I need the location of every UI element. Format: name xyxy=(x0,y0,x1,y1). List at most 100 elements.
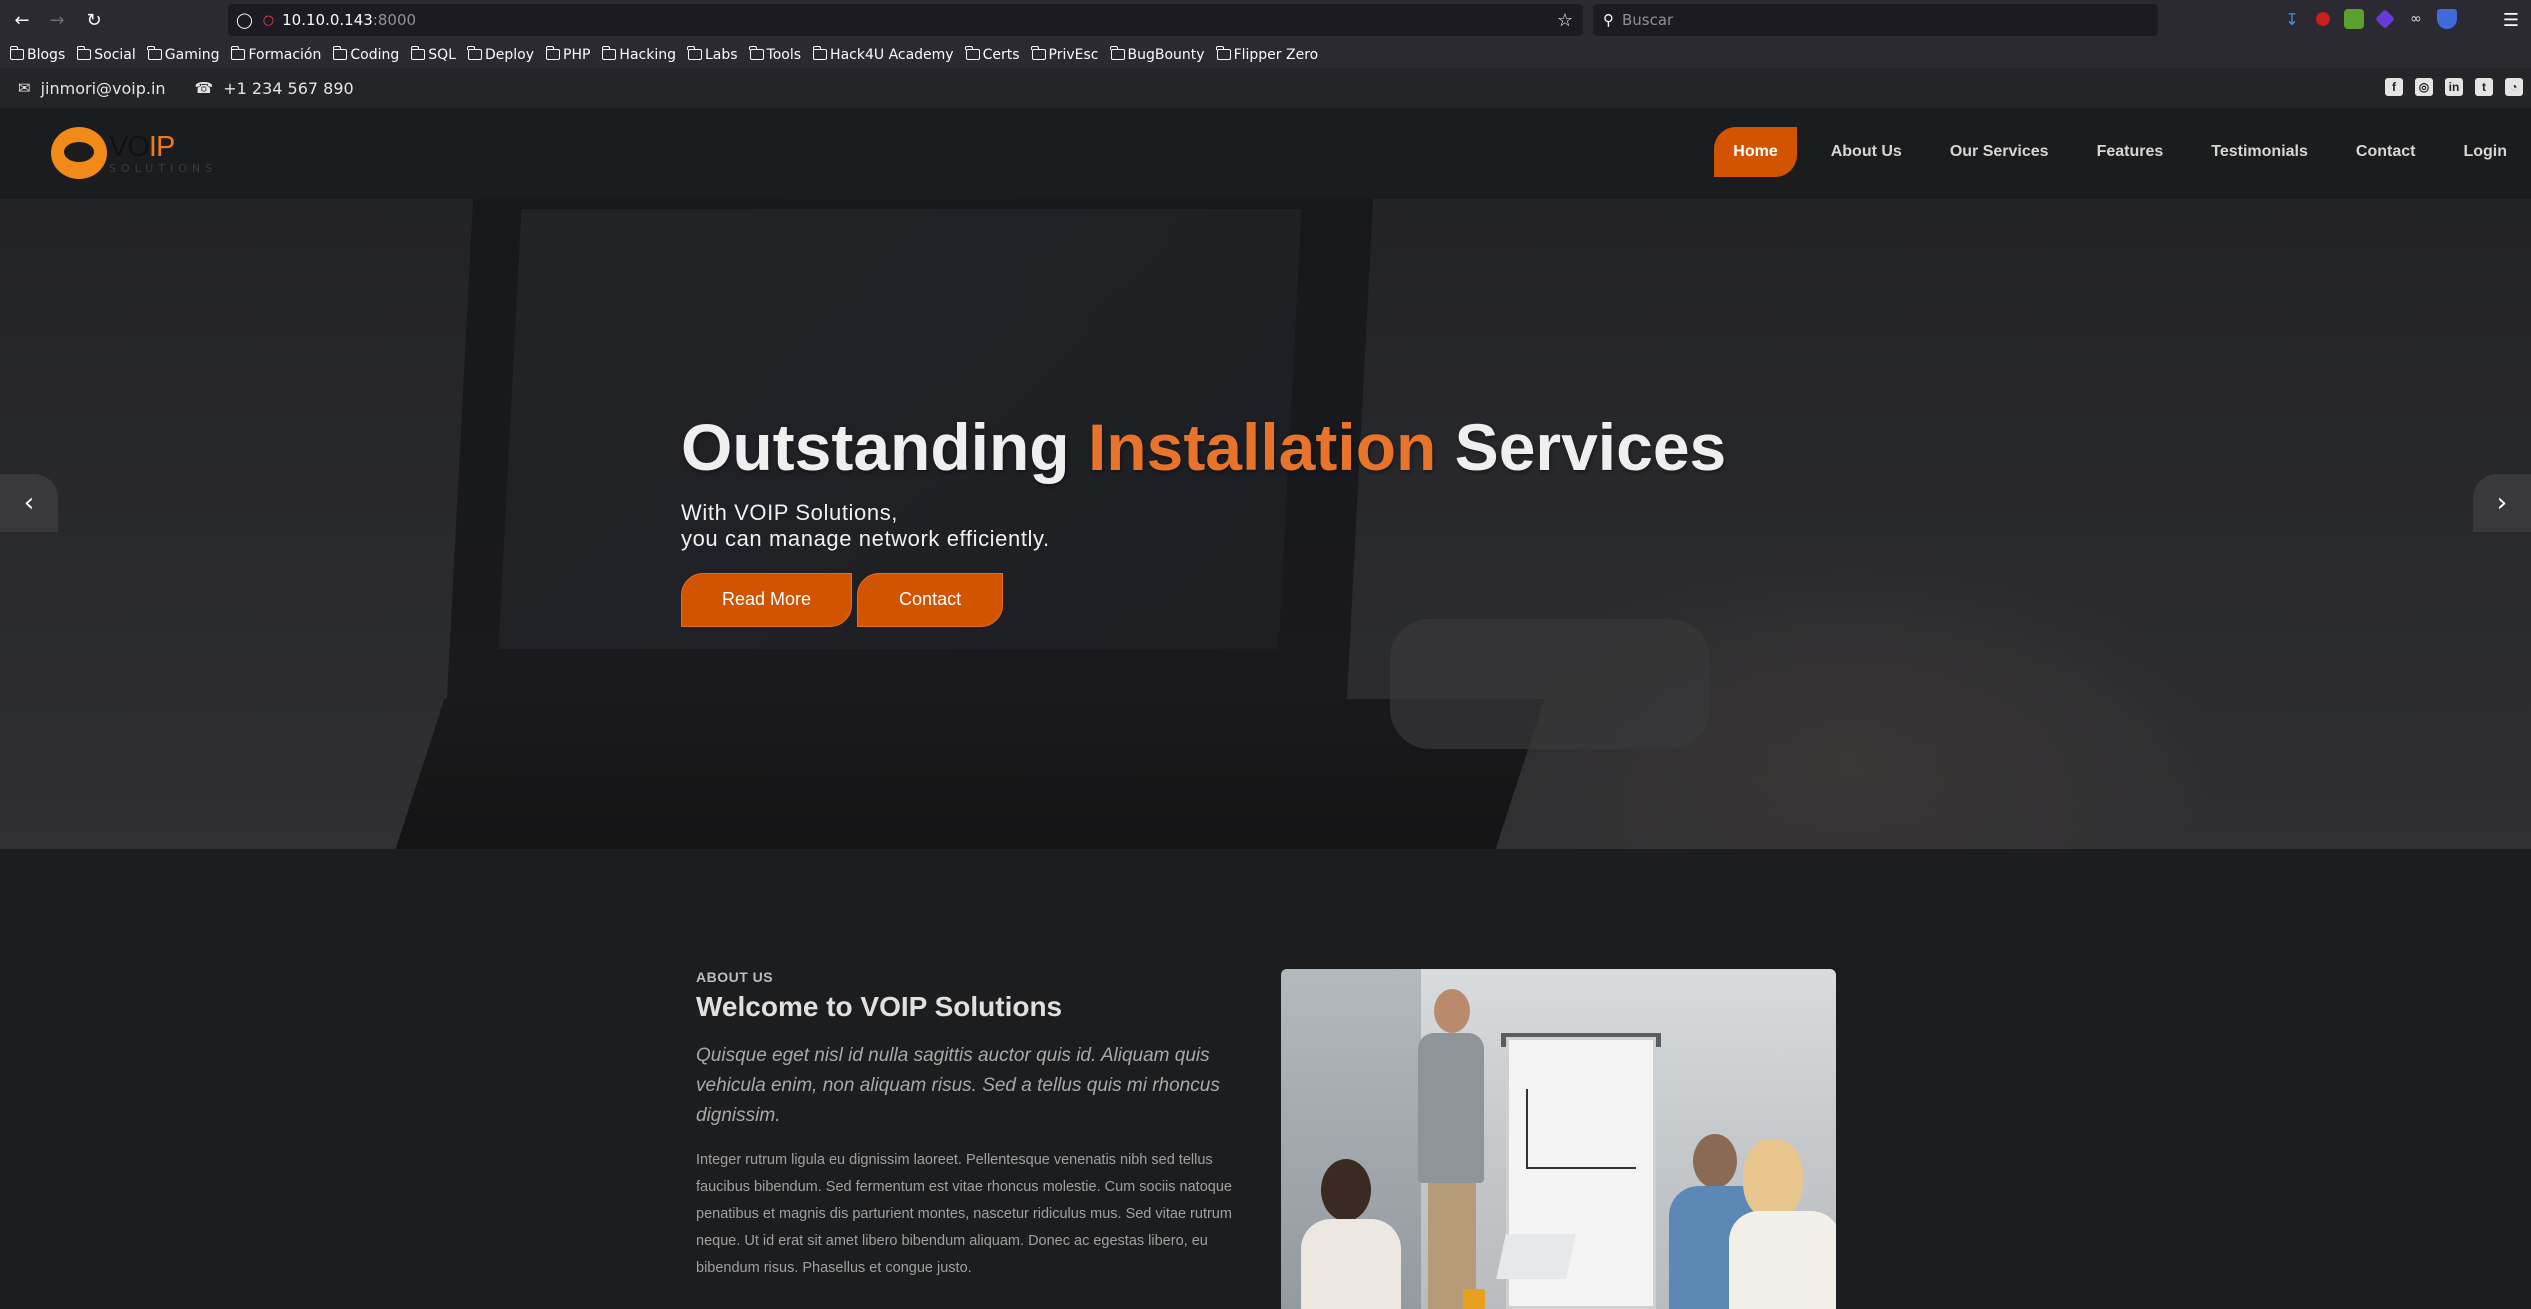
contact-topbar: ✉ jinmori@voip.in ☎ +1 234 567 890 f ◎ in t… xyxy=(0,68,2531,108)
folder-icon xyxy=(1031,46,1046,60)
facebook-icon[interactable]: f xyxy=(2385,78,2403,96)
bookmarks-bar: Blogs Social Gaming Formación Coding SQL Deplo… xyxy=(0,41,2531,68)
folder-icon xyxy=(410,46,426,60)
folder-icon xyxy=(467,46,482,60)
about-image xyxy=(1281,969,1836,1309)
extensions-area: ↧ ∞ xyxy=(2282,9,2457,29)
bookmark-folder[interactable]: Deploy xyxy=(467,46,534,63)
extension-purple-icon[interactable] xyxy=(2375,9,2395,29)
bookmark-label: Hack4U Academy xyxy=(830,46,954,63)
forward-icon[interactable]: → xyxy=(43,6,71,34)
url-bar[interactable]: ◯ ○ 10.10.0.143:8000 ☆ xyxy=(228,4,1583,36)
bookmark-folder[interactable]: PHP xyxy=(545,46,591,63)
url-text[interactable]: 10.10.0.143:8000 xyxy=(282,11,416,29)
slider-next-button[interactable]: › xyxy=(2473,474,2531,532)
folder-icon xyxy=(545,46,560,60)
bookmark-folder[interactable]: Hack4U Academy xyxy=(812,46,954,63)
bookmark-label: PHP xyxy=(563,46,591,63)
nav-contact[interactable]: Contact xyxy=(2332,127,2440,177)
bookmark-folder[interactable]: Labs xyxy=(687,46,738,63)
shield-icon[interactable]: ◯ xyxy=(236,11,253,29)
url-port: :8000 xyxy=(372,11,417,29)
nav-our-services[interactable]: Our Services xyxy=(1926,127,2073,177)
bookmark-folder[interactable]: PrivEsc xyxy=(1031,46,1099,63)
image-mug xyxy=(1463,1289,1485,1309)
bookmark-label: Deploy xyxy=(484,46,534,63)
browser-toolbar: ← → ↻ ◯ ○ 10.10.0.143:8000 ☆ ⚲ Buscar ↧ … xyxy=(0,0,2531,41)
hero-content: Outstanding Installation Services With V… xyxy=(681,411,1726,627)
hero-subtitle-line2: you can manage network efficiently. xyxy=(681,525,1050,551)
extension-shield-icon[interactable] xyxy=(2437,9,2457,29)
bookmark-folder[interactable]: Blogs xyxy=(9,46,65,63)
linkedin-icon[interactable]: in xyxy=(2445,78,2463,96)
phone-icon: ☎ xyxy=(194,79,214,97)
folder-icon xyxy=(332,46,348,60)
main-nav: Home About Us Our Services Features Testimon… xyxy=(1714,127,2531,177)
about-kicker: ABOUT US xyxy=(696,969,774,985)
reload-icon[interactable]: ↻ xyxy=(80,6,108,34)
search-input[interactable]: Buscar xyxy=(1622,11,1673,29)
bookmark-folder[interactable]: Gaming xyxy=(147,46,219,63)
bookmark-folder[interactable]: Flipper Zero xyxy=(1216,46,1319,63)
twitter-icon[interactable]: t xyxy=(2475,78,2493,96)
about-body: Integer rutrum ligula eu dignissim laore… xyxy=(696,1152,1232,1276)
image-chart-drawing xyxy=(1526,1089,1636,1169)
nav-features[interactable]: Features xyxy=(2073,127,2188,177)
bookmark-label: Tools xyxy=(766,46,802,63)
about-lead: Quisque eget nisl id nulla sagittis auct… xyxy=(696,1045,1220,1126)
site-header: VOIP SOLUTIONS Home About Us Our Services F… xyxy=(0,108,2531,199)
hero-title-part1: Outstanding xyxy=(681,410,1088,484)
nav-login[interactable]: Login xyxy=(2439,127,2531,177)
folder-icon xyxy=(147,46,162,60)
search-bar[interactable]: ⚲ Buscar xyxy=(1593,4,2158,36)
rss-icon[interactable]: ◔ xyxy=(2505,78,2523,96)
ublock-icon[interactable] xyxy=(2316,12,2330,26)
logo-mark-icon xyxy=(51,127,107,179)
bookmark-folder[interactable]: Hacking xyxy=(601,46,676,63)
bookmark-folder[interactable]: Social xyxy=(76,46,136,63)
social-links: f ◎ in t ◔ xyxy=(2385,78,2523,96)
nav-about-us[interactable]: About Us xyxy=(1807,127,1926,177)
folder-icon xyxy=(749,46,764,60)
bookmark-label: Flipper Zero xyxy=(1233,46,1319,63)
bookmark-label: Coding xyxy=(350,46,400,63)
lock-icon[interactable]: ○ xyxy=(263,13,274,28)
back-icon[interactable]: ← xyxy=(8,6,36,34)
folder-icon xyxy=(1216,46,1231,60)
bookmark-folder[interactable]: Coding xyxy=(332,46,400,63)
bookmark-label: Hacking xyxy=(619,46,676,63)
about-text: ABOUT US Welcome to VOIP Solutions Quisq… xyxy=(696,969,1256,1282)
instagram-icon[interactable]: ◎ xyxy=(2415,78,2433,96)
folder-icon xyxy=(76,46,92,60)
slider-prev-button[interactable]: ‹ xyxy=(0,474,58,532)
site-logo[interactable]: VOIP SOLUTIONS xyxy=(51,127,217,179)
download-icon[interactable]: ↧ xyxy=(2282,9,2302,29)
nav-home[interactable]: Home xyxy=(1714,127,1797,177)
phone-item[interactable]: ☎ +1 234 567 890 xyxy=(195,79,354,98)
bookmark-folder[interactable]: Formación xyxy=(230,46,322,63)
email-item[interactable]: ✉ jinmori@voip.in xyxy=(18,79,166,98)
bookmark-label: Labs xyxy=(704,46,738,63)
read-more-button[interactable]: Read More xyxy=(681,572,853,627)
bookmark-star-icon[interactable]: ☆ xyxy=(1557,10,1573,31)
about-section: ABOUT US Welcome to VOIP Solutions Quisq… xyxy=(0,849,2531,1309)
bookmark-folder[interactable]: BugBounty xyxy=(1110,46,1205,63)
hero-title: Outstanding Installation Services xyxy=(681,411,1726,484)
bookmark-folder[interactable]: SQL xyxy=(410,46,456,63)
folder-icon xyxy=(601,46,617,60)
folder-icon xyxy=(1110,46,1125,60)
hero-title-accent: Installation xyxy=(1087,410,1437,484)
search-icon: ⚲ xyxy=(1603,11,1614,29)
email-text: jinmori@voip.in xyxy=(40,78,166,98)
bookmark-folder[interactable]: Tools xyxy=(749,46,802,63)
contact-button[interactable]: Contact xyxy=(857,572,1004,627)
menu-icon[interactable]: ☰ xyxy=(2497,6,2525,34)
image-person-left xyxy=(1291,1159,1411,1309)
bookmark-label: BugBounty xyxy=(1127,46,1205,63)
extension-green-icon[interactable] xyxy=(2344,9,2364,29)
bookmark-label: Formación xyxy=(248,46,322,63)
phone-text: +1 234 567 890 xyxy=(223,78,354,98)
bookmark-folder[interactable]: Certs xyxy=(965,46,1020,63)
extension-glasses-icon[interactable]: ∞ xyxy=(2406,9,2426,29)
nav-testimonials[interactable]: Testimonials xyxy=(2187,127,2332,177)
